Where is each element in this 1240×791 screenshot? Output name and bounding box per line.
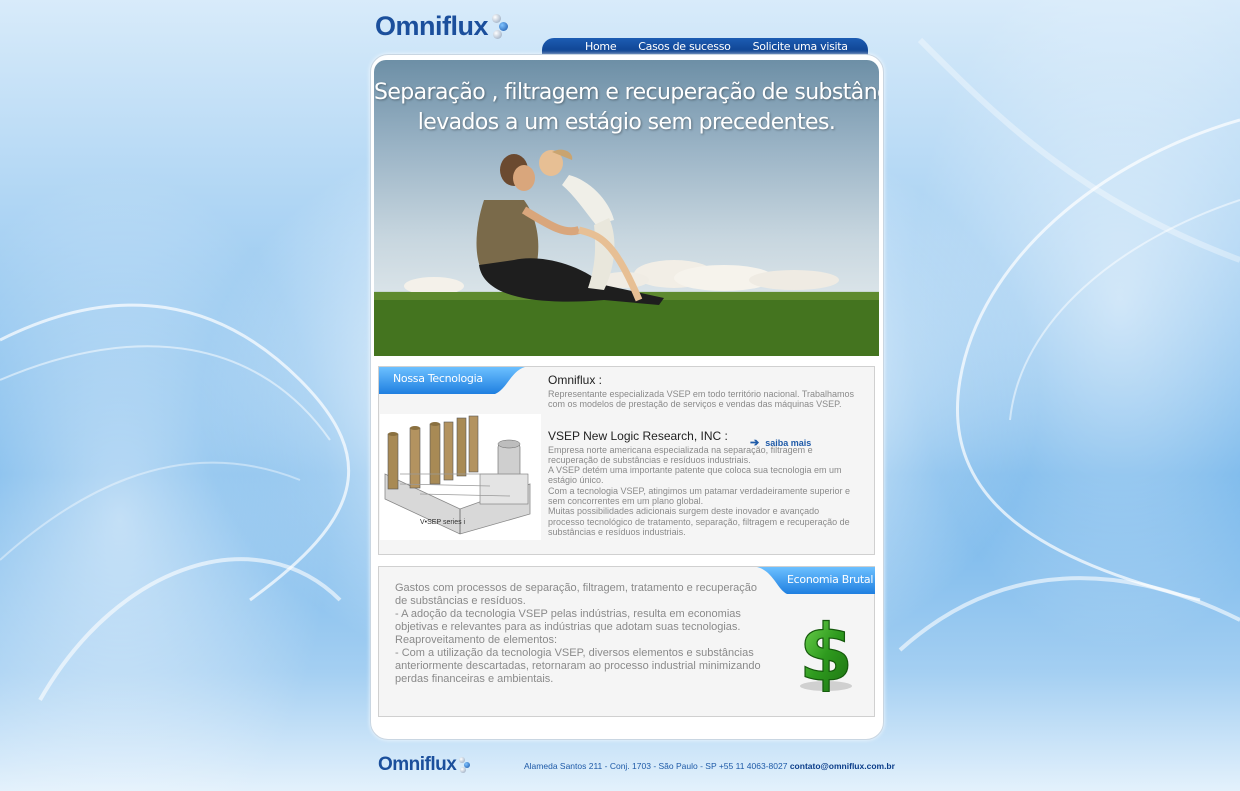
hero-headline: Separação , filtragem e recuperação de s… [374, 78, 879, 138]
economia-line-1: Gastos com processos de separação, filtr… [395, 582, 757, 607]
hero-headline-line2: levados a um estágio sem precedentes. [417, 110, 836, 135]
tecnologia-tab-label: Nossa Tecnologia [393, 372, 483, 385]
economia-text: Gastos com processos de separação, filtr… [395, 582, 769, 686]
economia-line-2: - A adoção da tecnologia VSEP pelas indú… [395, 608, 741, 633]
footer-contact: Alameda Santos 211 - Conj. 1703 - São Pa… [524, 761, 895, 771]
nav-casos-de-sucesso[interactable]: Casos de sucesso [638, 40, 731, 53]
dollar-symbol: $ [799, 612, 853, 692]
vsep-text-1: Empresa norte americana especializada na… [548, 444, 813, 465]
top-nav: Home Casos de sucesso Solicite uma visit… [542, 38, 868, 55]
economia-line-3: Reaproveitamento de elementos: [395, 634, 558, 646]
vsep-text-2: A VSEP detém uma importante patente que … [548, 465, 842, 486]
economia-line-4: - Com a utilização da tecnologia VSEP, d… [395, 647, 761, 685]
vsep-title: VSEP New Logic Research, INC : [548, 428, 728, 443]
tecnologia-tab: Nossa Tecnologia [379, 367, 525, 394]
vsep-text-3: Com a tecnologia VSEP, atingimos um pata… [548, 485, 850, 507]
footer-address: Alameda Santos 211 - Conj. 1703 - São Pa… [524, 761, 788, 771]
footer-logo[interactable]: Omniflux [378, 754, 472, 776]
omniflux-title: Omniflux : [548, 373, 603, 387]
saiba-mais-label: saiba mais [765, 437, 812, 448]
header-logo[interactable]: Omniflux [375, 10, 510, 46]
arrow-right-icon: ➔ [750, 437, 760, 449]
footer-logo-text: Omniflux [378, 754, 457, 775]
hero-banner: Separação , filtragem e recuperação de s… [374, 60, 879, 356]
logo-molecule-icon [490, 10, 510, 42]
tecnologia-text: Omniflux : Representante especializada V… [548, 373, 858, 537]
logo-molecule-icon [458, 754, 472, 776]
machine-label: V•SEP series i [420, 519, 466, 526]
saiba-mais-link[interactable]: ➔ saiba mais [750, 436, 811, 449]
footer-email-link[interactable]: contato@omniflux.com.br [790, 761, 895, 771]
hero-headline-line1: Separação , filtragem e recuperação de s… [374, 80, 879, 105]
omniflux-description: Representante especializada VSEP em todo… [548, 389, 855, 410]
industrial-machine-image: V•SEP series i [380, 414, 541, 540]
economia-tab-label: Economia Brutal [787, 573, 874, 586]
dollar-sign-icon: $ [798, 612, 853, 692]
logo-text: Omniflux [375, 11, 489, 41]
economia-tab: Economia Brutal [757, 567, 875, 594]
vsep-text-4: Muitas possibilidades adicionais surgem … [548, 506, 850, 537]
nav-solicite-uma-visita[interactable]: Solicite uma visita [753, 40, 848, 53]
nav-home[interactable]: Home [585, 40, 617, 53]
